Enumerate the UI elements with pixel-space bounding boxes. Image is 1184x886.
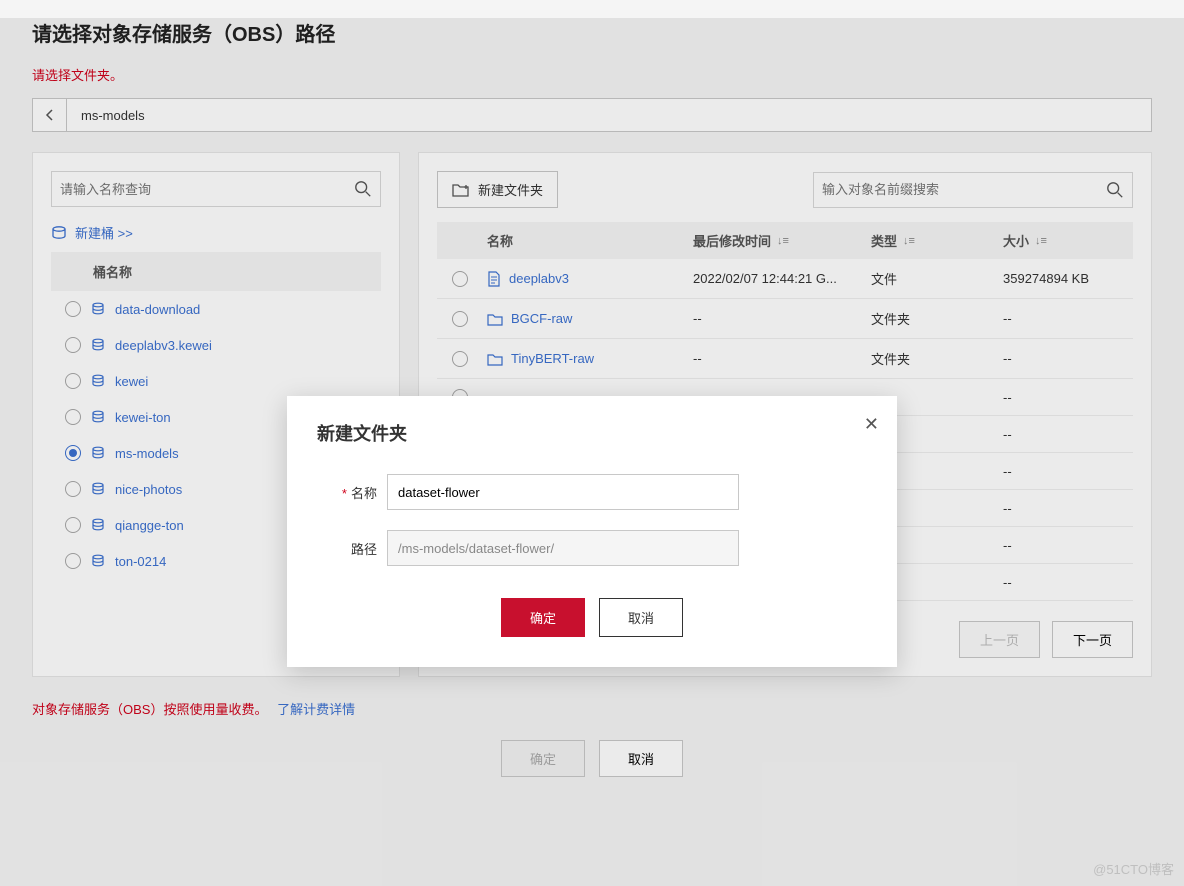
path-label: 路径 — [351, 542, 377, 557]
folder-path-input — [387, 530, 739, 566]
modal-overlay[interactable]: ✕ 新建文件夹 *名称 路径 确定 取消 — [0, 18, 1184, 886]
modal-confirm-button[interactable]: 确定 — [501, 598, 585, 637]
modal-title: 新建文件夹 — [317, 420, 867, 446]
close-icon[interactable]: ✕ — [864, 414, 879, 435]
new-folder-modal: ✕ 新建文件夹 *名称 路径 确定 取消 — [287, 396, 897, 667]
folder-name-input[interactable] — [387, 474, 739, 510]
modal-cancel-button[interactable]: 取消 — [599, 598, 683, 637]
watermark: @51CTO博客 — [1093, 859, 1174, 878]
name-label: 名称 — [351, 486, 377, 501]
